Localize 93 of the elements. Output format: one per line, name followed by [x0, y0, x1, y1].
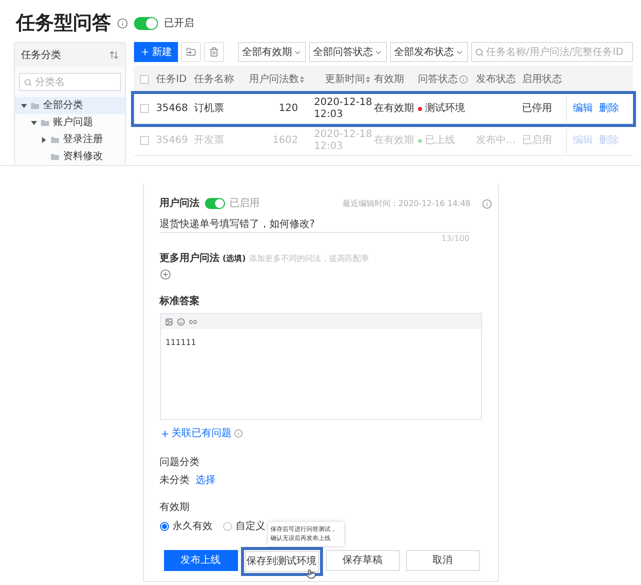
smile-icon[interactable] [176, 318, 184, 326]
toggle-switch[interactable] [134, 16, 158, 30]
action-link[interactable]: 删除 [599, 101, 619, 116]
link-existing-link[interactable]: 关联已有问题 [160, 426, 232, 441]
category-value: 未分类 [160, 474, 190, 488]
table-cell-text: 已上线 [425, 134, 455, 148]
field-hint: 添加更多不同的问法，提高匹配率 [248, 252, 369, 264]
optional-label: (选填) [222, 252, 246, 264]
page-title: 任务型问答 [16, 10, 111, 36]
table-cell-text: 测试环境 [425, 102, 465, 116]
column-header: 启用状态 [522, 72, 562, 86]
checkbox[interactable] [140, 74, 149, 84]
field-label: 问题分类 [160, 456, 200, 470]
radio-option[interactable]: 自定义 [222, 519, 266, 534]
table-cell-text: 1602 [272, 134, 299, 148]
edit-time: 最近编辑时间：2020-12-16 14:48 [342, 198, 470, 210]
move-folder-button[interactable] [181, 42, 201, 62]
field-label: 标准答案 [160, 294, 200, 309]
folder-icon [51, 154, 59, 160]
search-icon [24, 78, 32, 86]
question-field[interactable]: 退货快递单号填写错了，如何修改? [160, 215, 470, 233]
search-icon [475, 48, 484, 56]
new-button[interactable]: 新建 [134, 42, 178, 62]
table-cell-text: 2020-12-18 12:03 [313, 128, 374, 152]
toggle-label: 已启用 [230, 196, 260, 211]
plus-icon [160, 428, 170, 438]
table-cell-text: 2020-12-18 12:03 [313, 96, 374, 120]
field-label: 更多用户问法 [160, 251, 220, 266]
column-header: 发布状态 [476, 72, 516, 86]
folder-icon [41, 120, 49, 126]
trash-icon [209, 47, 219, 57]
search-input[interactable]: 分类名 [34, 74, 116, 90]
image-icon[interactable] [164, 318, 172, 326]
filter-dropdown[interactable]: 全部发布状态 [390, 42, 468, 62]
action-button[interactable]: 取消 [406, 550, 480, 571]
folder-icon [31, 102, 39, 108]
tree-item[interactable]: 全部分类 [15, 97, 125, 114]
tree-item[interactable]: 账户问题 [15, 114, 125, 131]
column-header[interactable]: 用户问法数 [249, 72, 299, 86]
answer-text: 111111 [166, 338, 196, 347]
table-cell-text: 在有效期 [374, 134, 415, 148]
column-header: 任务ID [156, 72, 187, 86]
sort-icon[interactable] [109, 50, 119, 60]
hand-cursor-icon [306, 569, 316, 579]
field-label: 有效期 [160, 500, 190, 515]
action-button[interactable]: 发布上线 [164, 550, 238, 571]
sort-icon[interactable] [300, 76, 304, 82]
link-icon[interactable] [188, 318, 196, 326]
table-cell-text: 已停用 [522, 102, 553, 116]
action-link[interactable]: 编辑 [573, 101, 593, 116]
plus-icon [140, 47, 150, 57]
action-button[interactable]: 保存草稿 [326, 550, 400, 571]
column-header: 任务名称 [194, 72, 234, 86]
table-cell-text: 120 [278, 102, 299, 116]
search-input[interactable]: 任务名称/用户问法/完整任务ID [486, 44, 629, 60]
filter-dropdown[interactable]: 全部有效期 [238, 42, 306, 62]
tree-item[interactable]: 登录注册 [15, 131, 125, 148]
toggle-switch[interactable] [204, 198, 224, 209]
table-cell: 发布中... [476, 135, 516, 146]
add-icon[interactable] [160, 269, 170, 280]
table-cell-text: 在有效期 [374, 102, 415, 116]
search-field[interactable]: 分类名 [19, 73, 121, 91]
radio-option[interactable]: 永久有效 [160, 519, 212, 534]
checkbox[interactable] [140, 104, 149, 113]
action-button[interactable]: 保存到测试环境 [244, 551, 318, 572]
caret-icon[interactable] [31, 120, 37, 126]
info-icon[interactable] [459, 74, 468, 84]
table-cell-text: 开发票 [194, 134, 225, 148]
answer-editor[interactable]: 111111 [160, 313, 482, 420]
field-label: 用户问法 [160, 196, 200, 211]
tree-item[interactable]: 资料修改 [15, 148, 125, 165]
filter-dropdown[interactable]: 全部问答状态 [309, 42, 387, 62]
column-header[interactable]: 更新时间 [325, 72, 365, 86]
table-cell-text: 已启用 [522, 134, 553, 148]
table-cell-text: 35468 [156, 102, 189, 116]
sidebar-title: 任务分类 [21, 48, 61, 62]
caret-icon[interactable] [21, 102, 27, 108]
table-cell-text: 订机票 [194, 102, 225, 116]
info-icon[interactable] [482, 198, 492, 208]
select-link[interactable]: 选择 [196, 473, 216, 488]
folder-icon [186, 47, 196, 57]
column-header: 问答状态 [418, 72, 458, 86]
search-field[interactable]: 任务名称/用户问法/完整任务ID [471, 42, 633, 62]
info-icon[interactable] [117, 18, 128, 28]
sort-icon[interactable] [366, 76, 370, 82]
caret-icon[interactable] [41, 136, 47, 142]
table-cell-text: 35469 [156, 134, 189, 148]
info-icon[interactable] [234, 429, 242, 438]
column-header: 有效期 [374, 72, 404, 86]
folder-icon [51, 136, 59, 142]
toggle-label: 已开启 [164, 16, 194, 30]
delete-button[interactable] [204, 42, 224, 62]
char-counter: 13/100 [441, 233, 470, 245]
